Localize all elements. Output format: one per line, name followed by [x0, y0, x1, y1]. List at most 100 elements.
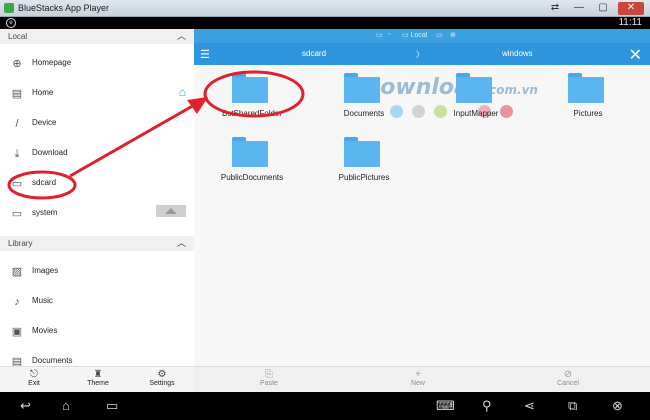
cancel-icon: ⊘: [563, 369, 573, 380]
recent-apps-icon[interactable]: ▭: [106, 398, 118, 414]
bluestacks-logo-icon: [4, 3, 14, 13]
section-local[interactable]: Local ︿: [0, 29, 194, 44]
sdcard-icon: ▭: [11, 178, 23, 190]
exit-icon: ⎋: [30, 369, 38, 380]
breadcrumb-sdcard[interactable]: sdcard: [302, 49, 326, 58]
sidebar-item-label: system: [32, 208, 58, 217]
shirt-icon: ♜: [93, 369, 103, 380]
home-icon[interactable]: ⌂: [62, 398, 70, 413]
sidebar-item-label: Home: [32, 88, 54, 97]
paste-label: Paste: [260, 380, 278, 387]
folder-item[interactable]: Pictures: [548, 73, 628, 133]
list-menu-icon[interactable]: ☰: [200, 48, 210, 61]
sidebar-item-label: Documents: [32, 356, 73, 365]
folder-name: BstSharedFolder: [221, 109, 283, 118]
gear-icon: ⚙: [157, 369, 167, 380]
phone-home-icon: ▤: [11, 88, 23, 100]
theme-label: Theme: [87, 380, 109, 387]
window-title: BlueStacks App Player: [18, 3, 110, 13]
sidebar-item-movies[interactable]: ▣ Movies: [0, 317, 194, 347]
theme-button[interactable]: ♜ Theme: [68, 369, 128, 387]
sidebar-item-music[interactable]: ♪ Music: [0, 287, 194, 317]
path-web-icon: ⊕: [450, 32, 456, 39]
folder-icon: [232, 73, 268, 103]
document-icon: ▤: [11, 356, 23, 366]
folder-icon: [344, 137, 380, 167]
cancel-label: Cancel: [557, 380, 579, 387]
android-status-bar: e 11:11: [0, 17, 650, 29]
path-prev-icon: ▭: [376, 32, 383, 39]
section-library[interactable]: Library ︿: [0, 236, 194, 251]
rotate-window-button[interactable]: ⇄: [546, 2, 564, 15]
window-title-bar: BlueStacks App Player ⇄ — ▢ ✕: [0, 0, 650, 17]
home-shortcut-icon[interactable]: ⌂: [179, 85, 186, 99]
file-browser: ▭ ◦ ▭ Local ▭ ⊕ ☰ sdcard 〉 windows ✕ Dow…: [194, 29, 650, 392]
folder-item[interactable]: InputMapper: [436, 73, 516, 133]
share-icon[interactable]: ⋖: [524, 398, 535, 414]
sidebar-item-images[interactable]: ▨ Images: [0, 257, 194, 287]
folder-icon: [232, 137, 268, 167]
sidebar-item-label: Music: [32, 296, 53, 305]
folder-item[interactable]: PublicDocuments: [212, 137, 292, 197]
exit-label: Exit: [28, 380, 40, 387]
back-icon[interactable]: ↩: [20, 398, 31, 414]
sidebar-item-homepage[interactable]: ⊕ Homepage: [0, 49, 194, 79]
download-icon: ⤓: [14, 148, 20, 160]
sidebar-item-label: Homepage: [32, 58, 72, 67]
close-window-button[interactable]: ✕: [618, 2, 644, 15]
folder-name: PublicPictures: [338, 173, 390, 182]
sidebar-item-sdcard[interactable]: ▭ sdcard: [0, 169, 194, 199]
sidebar-item-label: sdcard: [32, 178, 57, 187]
breadcrumb-separator: 〉: [416, 50, 424, 59]
paste-icon: ⎘: [265, 369, 273, 380]
new-label: New: [410, 380, 425, 387]
system-icon: ▭: [11, 208, 23, 220]
explorer-app-icon: e: [6, 18, 16, 28]
section-local-label: Local: [8, 32, 28, 41]
close-app-icon[interactable]: ⊗: [612, 398, 623, 414]
sidebar: Local ︿ ⊕ Homepage ▤ Home ⌂ / Device ⤓ D…: [0, 29, 194, 366]
storage-usage-bar: [156, 205, 186, 217]
sidebar-item-label: Movies: [32, 326, 58, 335]
close-icon[interactable]: ✕: [629, 45, 642, 65]
sidebar-item-system[interactable]: ▭ system: [0, 199, 194, 229]
chevron-up-icon: ︿: [176, 31, 186, 41]
new-button[interactable]: + New: [388, 369, 448, 387]
minimize-button[interactable]: —: [570, 2, 588, 15]
sidebar-item-home[interactable]: ▤ Home ⌂: [0, 79, 194, 109]
breadcrumb-windows[interactable]: windows: [502, 49, 533, 58]
android-nav-bar: ↩ ⌂ ▭ ⌨ ⚲ ⋖ ⧉ ⊗: [0, 392, 650, 420]
settings-button[interactable]: ⚙ Settings: [132, 369, 192, 387]
path-location[interactable]: ▭ Local: [402, 31, 427, 39]
folder-item[interactable]: PublicPictures: [324, 137, 404, 197]
location-icon[interactable]: ⚲: [482, 398, 492, 414]
sidebar-item-label: Device: [32, 118, 57, 127]
folder-name: PublicDocuments: [220, 173, 284, 182]
path-next-icon: ▭: [436, 32, 443, 39]
path-location-label: Local: [410, 32, 428, 39]
folder-icon: [344, 73, 380, 103]
sidebar-item-label: Download: [32, 148, 68, 157]
folder-name: Documents: [343, 109, 385, 118]
sidebar-item-documents[interactable]: ▤ Documents: [0, 347, 194, 366]
image-icon: ▨: [11, 266, 23, 278]
action-toolbar: ⎘ Paste + New ⊘ Cancel: [194, 366, 650, 392]
paste-button[interactable]: ⎘ Paste: [239, 369, 299, 387]
maximize-button[interactable]: ▢: [594, 2, 612, 15]
sidebar-item-device[interactable]: / Device: [0, 109, 194, 139]
folder-item[interactable]: BstSharedFolder: [212, 73, 292, 133]
globe-icon: ⊕: [12, 58, 22, 70]
exit-button[interactable]: ⎋ Exit: [4, 369, 64, 387]
folder-name: InputMapper: [453, 109, 499, 118]
cancel-button[interactable]: ⊘ Cancel: [538, 369, 598, 387]
status-clock: 11:11: [618, 17, 642, 28]
sidebar-item-download[interactable]: ⤓ Download: [0, 139, 194, 169]
movie-icon: ▣: [11, 326, 23, 338]
folder-icon: [456, 73, 492, 103]
breadcrumb-toolbar: ☰ sdcard 〉 windows ✕: [194, 43, 650, 65]
left-toolbar: ⎋ Exit ♜ Theme ⚙ Settings: [0, 366, 194, 392]
folder-icon: [568, 73, 604, 103]
screen-rotate-icon[interactable]: ⧉: [568, 398, 577, 414]
folder-item[interactable]: Documents: [324, 73, 404, 133]
keyboard-icon[interactable]: ⌨: [436, 398, 455, 414]
